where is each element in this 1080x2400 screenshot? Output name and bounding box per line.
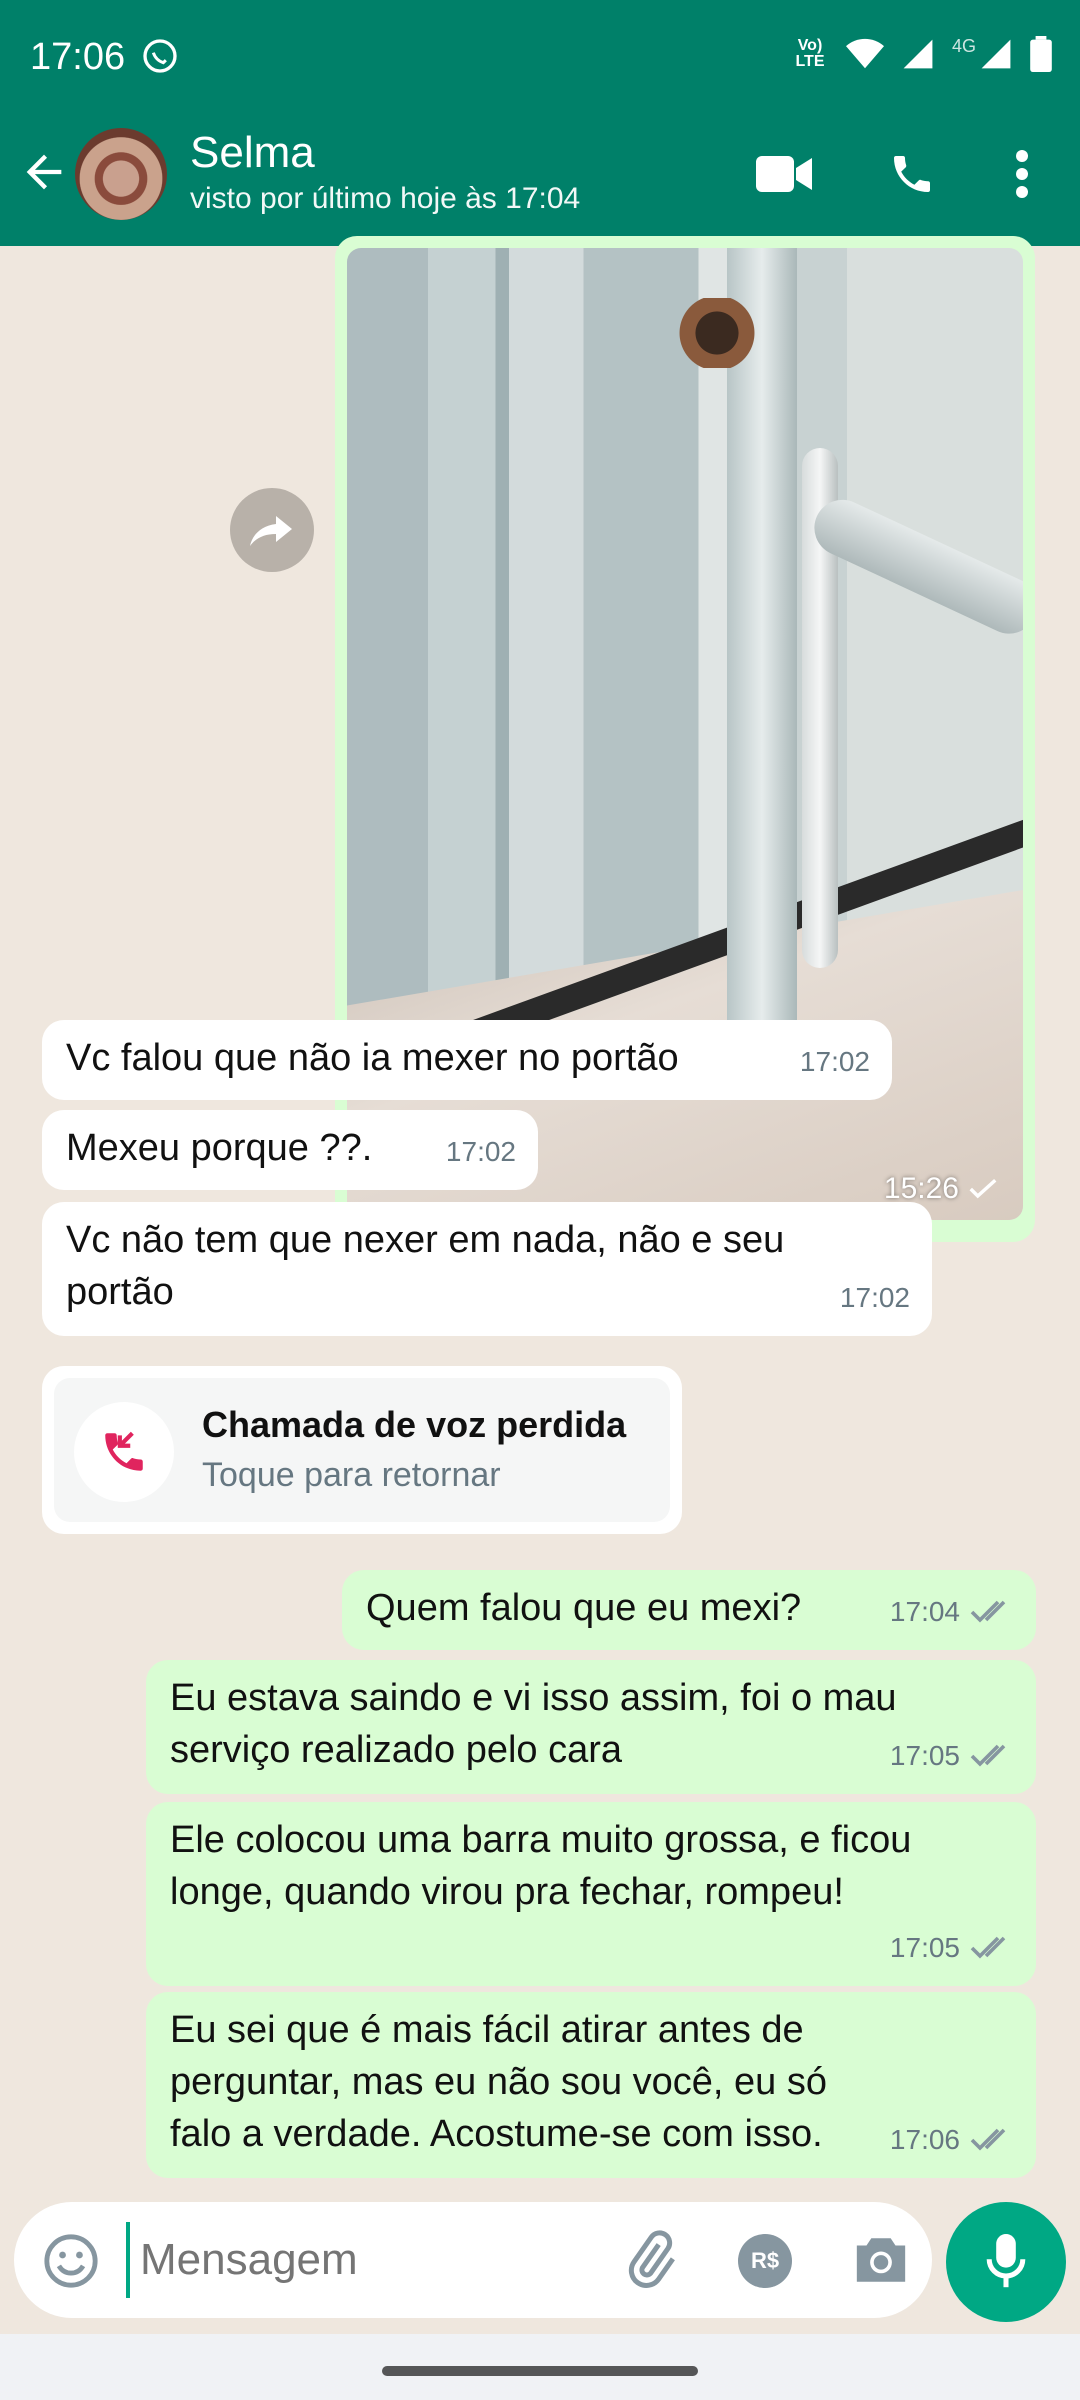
- missed-call-inner: Chamada de voz perdida Toque para retorn…: [54, 1378, 670, 1522]
- missed-call-card[interactable]: Chamada de voz perdida Toque para retorn…: [42, 1366, 682, 1534]
- message-bubble-out[interactable]: Ele colocou uma barra muito grossa, e fi…: [146, 1802, 1036, 1986]
- double-tick-icon: [970, 1600, 1006, 1623]
- message-bubble-out[interactable]: Eu estava saindo e vi isso assim, foi o …: [146, 1660, 1036, 1794]
- status-time: 17:06: [30, 36, 126, 78]
- signal-icon-2: [981, 39, 1011, 69]
- video-call-icon[interactable]: [756, 154, 812, 194]
- voice-record-button[interactable]: [946, 2202, 1066, 2322]
- forward-icon: [250, 516, 292, 546]
- payment-label: R$: [750, 2248, 780, 2273]
- time-text: 17:06: [889, 2124, 960, 2155]
- message-text: Vc falou que não ia mexer no portão: [66, 1037, 679, 1079]
- time-text: 17:02: [799, 1046, 870, 1077]
- missed-call-icon: [105, 1431, 143, 1471]
- message-bubble-in[interactable]: Vc falou que não ia mexer no portão 17:0…: [42, 1020, 892, 1100]
- wifi-icon: [845, 38, 884, 69]
- status-bar: 17:06 Vo) LTE 4G: [0, 0, 1080, 110]
- system-nav-bar: [0, 2334, 1080, 2400]
- signal-icon: [903, 39, 933, 69]
- message-text: Vc não tem que nexer em nada, não e seu …: [66, 1219, 785, 1313]
- contact-last-seen[interactable]: visto por último hoje às 17:04: [190, 182, 580, 216]
- message-bubble-in[interactable]: Vc não tem que nexer em nada, não e seu …: [42, 1202, 932, 1336]
- network-type: 4G: [951, 35, 976, 56]
- message-text: Quem falou que eu mexi?: [366, 1587, 802, 1629]
- message-text: Mexeu porque ??.: [66, 1127, 373, 1169]
- image-timestamp: 15:26: [884, 1172, 997, 1206]
- double-tick-icon: [970, 2128, 1006, 2151]
- time-text: 17:02: [445, 1136, 516, 1167]
- message-time: 17:05: [890, 1730, 1014, 1782]
- forward-button[interactable]: [230, 488, 314, 572]
- missed-call-icon-wrap: [74, 1402, 174, 1502]
- payment-button[interactable]: R$: [738, 2234, 792, 2288]
- back-arrow-icon[interactable]: [18, 146, 70, 198]
- single-tick-icon: [969, 1178, 997, 1199]
- message-bubble-out[interactable]: Eu sei que é mais fácil atirar antes de …: [146, 1992, 1036, 2178]
- message-bubble-out[interactable]: Quem falou que eu mexi? 17:04: [342, 1570, 1036, 1650]
- emoji-icon[interactable]: [42, 2232, 100, 2290]
- time-text: 17:05: [889, 1932, 960, 1963]
- message-time: 17:02: [800, 1036, 870, 1088]
- more-vert-icon[interactable]: [1006, 148, 1038, 200]
- message-time: 17:04: [890, 1586, 1014, 1638]
- message-text: Eu sei que é mais fácil atirar antes de …: [170, 2009, 827, 2155]
- double-tick-icon: [970, 1936, 1006, 1959]
- message-time: 17:02: [840, 1272, 910, 1324]
- double-tick-icon: [970, 1744, 1006, 1767]
- message-bubble-in[interactable]: Mexeu porque ??. 17:02: [42, 1110, 538, 1190]
- contact-name[interactable]: Selma: [190, 128, 315, 178]
- volte-indicator: Vo) LTE: [795, 37, 825, 70]
- attach-icon[interactable]: [620, 2230, 680, 2290]
- message-time: 17:05: [890, 1922, 1014, 1974]
- mic-icon: [986, 2234, 1026, 2288]
- message-time: 17:02: [446, 1126, 516, 1178]
- missed-call-title: Chamada de voz perdida: [202, 1404, 627, 1445]
- photo-damage: [677, 298, 757, 368]
- battery-icon: [1030, 36, 1052, 72]
- message-text: Eu estava saindo e vi isso assim, foi o …: [170, 1677, 897, 1771]
- message-input[interactable]: [126, 2222, 586, 2298]
- status-icons: Vo) LTE 4G: [792, 36, 1052, 72]
- whatsapp-notification-icon: [143, 39, 177, 73]
- image-time-text: 15:26: [883, 1172, 959, 1205]
- top-bar: 17:06 Vo) LTE 4G Selma visto por último …: [0, 0, 1080, 246]
- camera-icon[interactable]: [852, 2232, 910, 2288]
- message-time: 17:06: [890, 2114, 1014, 2166]
- message-text: Ele colocou uma barra muito grossa, e fi…: [170, 1819, 912, 1913]
- app-bar: Selma visto por último hoje às 17:04: [0, 110, 1080, 246]
- message-composer: R$: [14, 2202, 932, 2318]
- time-text: 17:04: [889, 1596, 960, 1627]
- chat-area: 15:26 Vc falou que não ia mexer no portã…: [0, 236, 1080, 2200]
- home-gesture-bar[interactable]: [382, 2366, 698, 2376]
- time-text: 17:05: [889, 1740, 960, 1771]
- time-text: 17:02: [839, 1282, 910, 1313]
- phone-icon[interactable]: [888, 150, 936, 198]
- missed-call-subtitle: Toque para retornar: [202, 1456, 501, 1494]
- contact-avatar[interactable]: [75, 128, 167, 220]
